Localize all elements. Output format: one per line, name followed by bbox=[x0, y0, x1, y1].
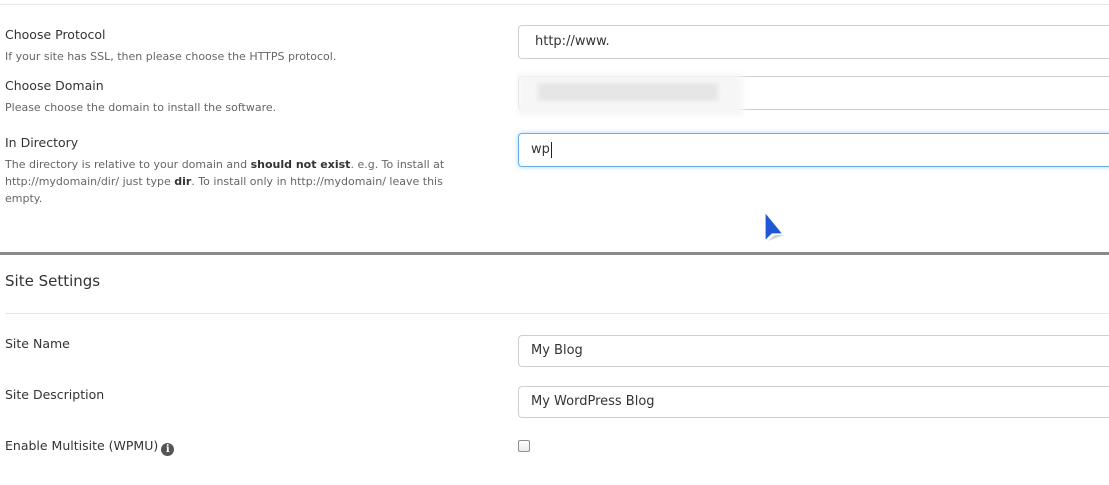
site-name-input[interactable]: My Blog bbox=[518, 335, 1109, 367]
directory-input[interactable]: wp bbox=[518, 133, 1109, 167]
domain-help: Please choose the domain to install the … bbox=[5, 101, 277, 114]
site-name-label: Site Name bbox=[5, 336, 70, 351]
top-divider bbox=[0, 4, 1109, 5]
domain-label: Choose Domain bbox=[5, 78, 104, 93]
multisite-checkbox[interactable] bbox=[518, 440, 530, 452]
site-settings-rule bbox=[5, 313, 1109, 314]
multisite-label-text: Enable Multisite (WPMU) bbox=[5, 438, 159, 453]
directory-help: The directory is relative to your domain… bbox=[5, 158, 445, 205]
site-settings-heading: Site Settings bbox=[5, 272, 101, 290]
text-caret bbox=[550, 141, 552, 158]
protocol-help: If your site has SSL, then please choose… bbox=[5, 50, 337, 63]
protocol-select-value: http://www. bbox=[535, 34, 610, 49]
mouse-pointer-icon bbox=[764, 211, 784, 242]
protocol-label: Choose Protocol bbox=[5, 27, 106, 42]
site-description-input[interactable]: My WordPress Blog bbox=[518, 386, 1109, 418]
section-divider bbox=[0, 252, 1109, 255]
directory-input-value: wp bbox=[531, 142, 550, 157]
site-description-label: Site Description bbox=[5, 387, 105, 402]
protocol-select[interactable]: http://www. bbox=[518, 25, 1109, 59]
site-name-value: My Blog bbox=[531, 343, 583, 358]
info-circle-icon[interactable]: i bbox=[161, 443, 175, 456]
multisite-label: Enable Multisite (WPMU) i bbox=[5, 438, 175, 456]
domain-redacted-value bbox=[538, 83, 718, 101]
site-description-value: My WordPress Blog bbox=[531, 394, 655, 409]
directory-label: In Directory bbox=[5, 135, 79, 150]
